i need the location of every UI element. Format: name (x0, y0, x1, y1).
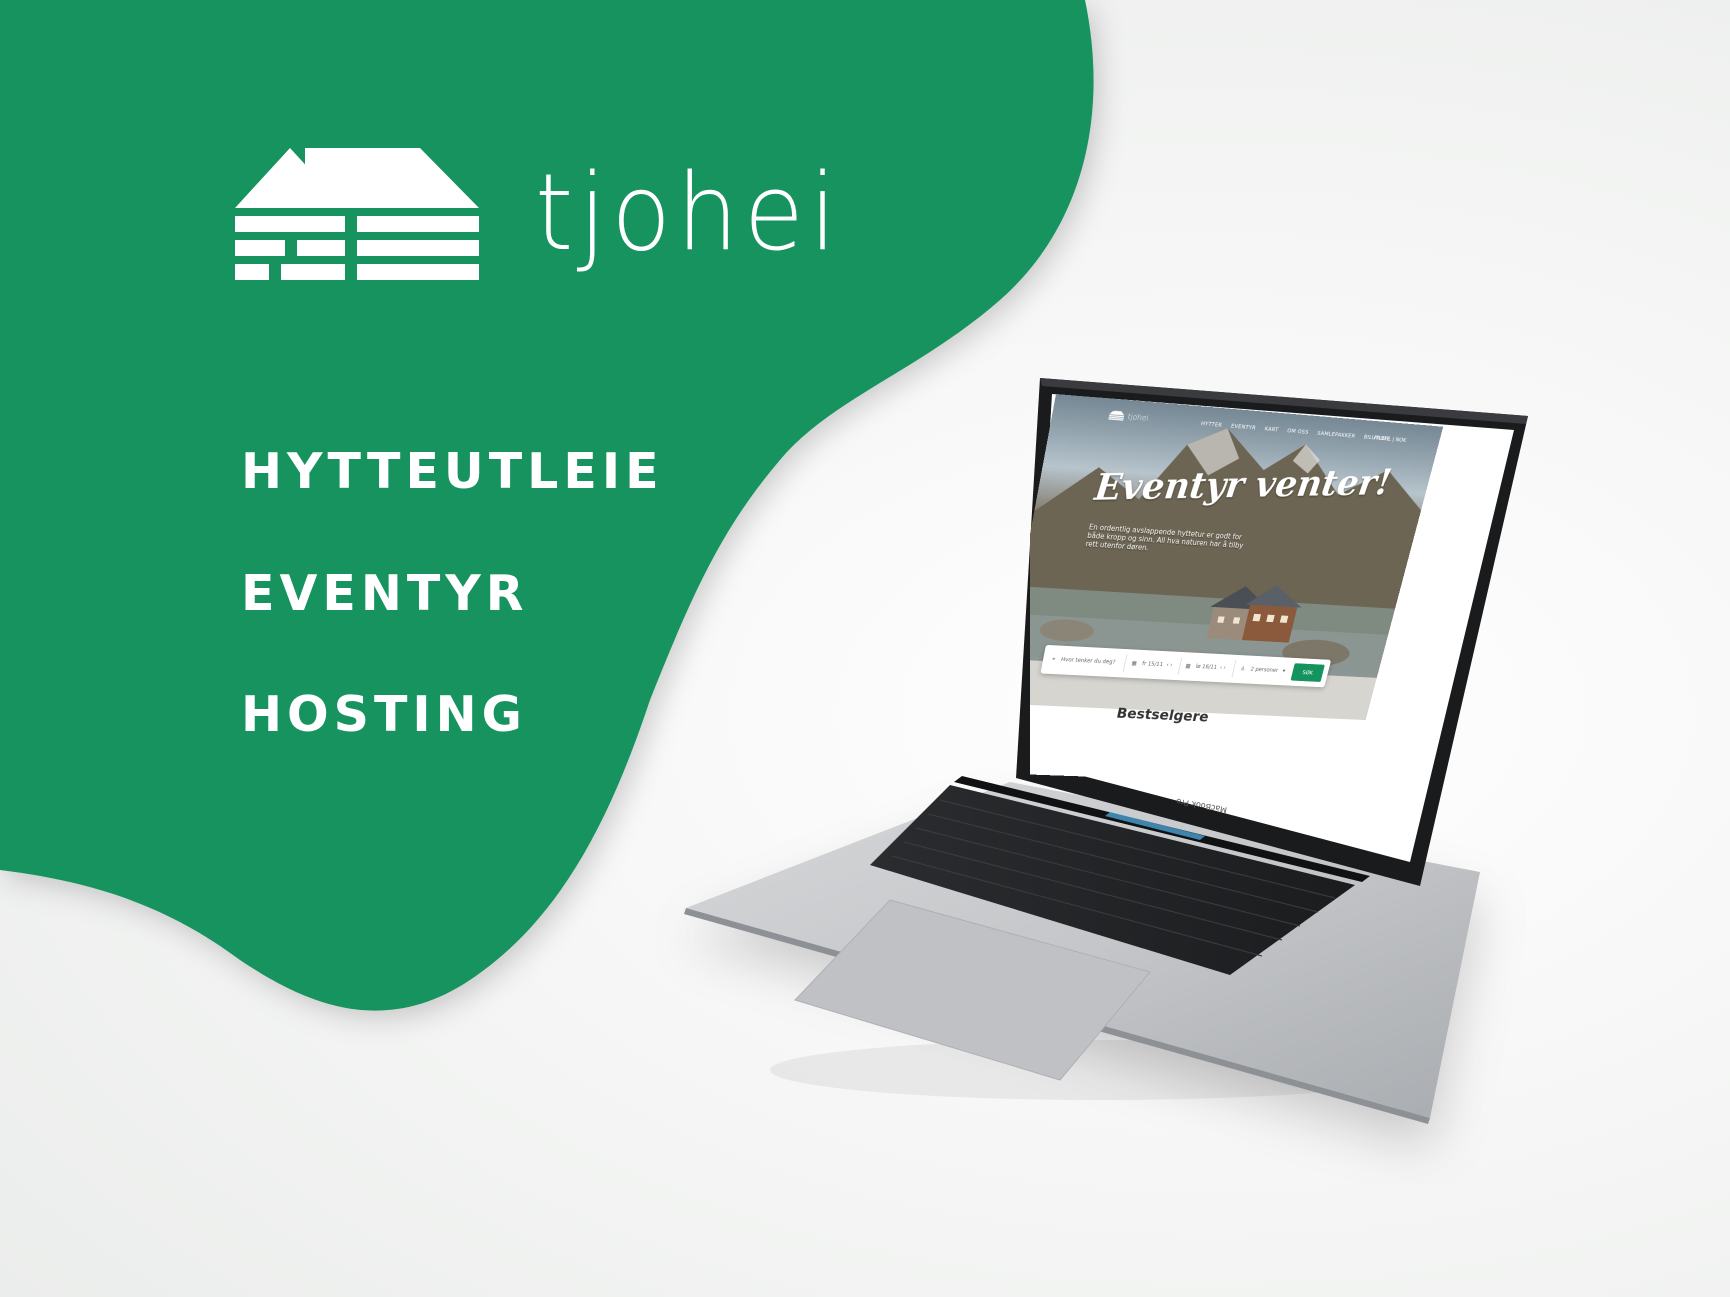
guests-select[interactable]: 2 personer (1250, 666, 1279, 673)
search-button[interactable]: SØK (1290, 663, 1325, 682)
nav-item-samlepakker[interactable]: SAMLEPAKKER (1316, 431, 1355, 440)
divider (1177, 657, 1183, 675)
site-nav-menu: HYTTER EVENTYR KART OM OSS SAMLEPAKKER B… (1200, 421, 1390, 442)
destination-input[interactable]: Hvor tenker du deg? (1060, 657, 1115, 666)
divider (1231, 660, 1237, 678)
nav-item-eventyr[interactable]: EVENTYR (1230, 424, 1256, 432)
laptop-screen: tjohei HYTTER EVENTYR KART OM OSS SAMLEP… (1030, 394, 1530, 814)
site-logo-icon[interactable] (1108, 410, 1125, 422)
person-icon: ♙ (1239, 665, 1246, 673)
section-title-bestsellers: Bestselgere (1115, 704, 1211, 725)
cabin-image (1206, 583, 1307, 643)
promo-banner: tjohei HYTTEUTLEIE EVENTYR HOSTING tjohe… (0, 0, 1730, 1297)
nav-profile-currency[interactable]: PROFIL | NOK (1373, 436, 1406, 444)
nav-item-kart[interactable]: KART (1264, 426, 1279, 433)
website-screenshot: tjohei HYTTER EVENTYR KART OM OSS SAMLEP… (1030, 394, 1444, 787)
hero-title: Eventyr venter! (1092, 460, 1395, 509)
date-from-field[interactable]: fr 15/11 (1142, 661, 1164, 668)
divider (1122, 654, 1128, 673)
nav-item-om-oss[interactable]: OM OSS (1286, 428, 1309, 435)
location-pin-icon: ⌖ (1051, 656, 1056, 663)
nav-item-hytter[interactable]: HYTTER (1200, 421, 1222, 429)
date-stepper-arrows[interactable]: ‹ › (1219, 665, 1226, 671)
date-stepper-arrows[interactable]: ‹ › (1166, 662, 1173, 668)
chevron-down-icon[interactable]: ▾ (1282, 668, 1286, 674)
date-to-field[interactable]: lø 16/11 (1195, 663, 1217, 670)
calendar-icon: ▦ (1184, 662, 1192, 670)
calendar-icon: ▦ (1131, 660, 1138, 667)
site-logo-text: tjohei (1126, 412, 1150, 423)
